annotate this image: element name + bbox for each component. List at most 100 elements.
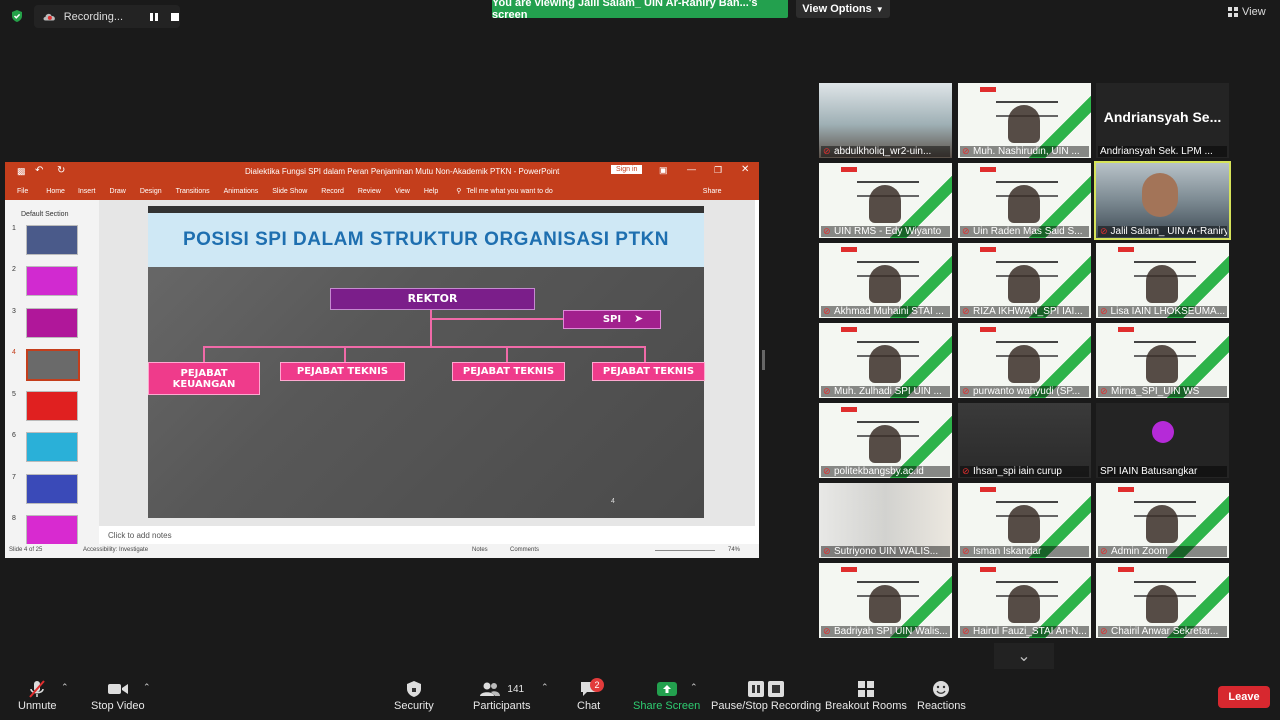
participant-tile[interactable]: ⊘ Admin Zoom: [1096, 483, 1229, 558]
unmute-button[interactable]: Unmute: [18, 678, 57, 712]
slide-thumbnail-active[interactable]: [26, 349, 80, 381]
tab-review[interactable]: Review: [358, 188, 381, 195]
participant-tile[interactable]: ⊘ Hairul Fauzi_STAI An-N...: [958, 563, 1091, 638]
participant-name: ⊘ abdulkholiq_wr2-uin...: [821, 146, 950, 157]
participant-tile[interactable]: ⊘ Akhmad Muhaini STAI ...: [819, 243, 952, 318]
ribbon-display-icon[interactable]: ▣: [659, 165, 668, 176]
tab-view[interactable]: View: [395, 188, 410, 195]
share-button[interactable]: Share: [703, 188, 722, 195]
participant-display-name: Andriansyah Se...: [1103, 109, 1222, 125]
slide-thumbnail[interactable]: [26, 266, 78, 296]
breakout-rooms-button[interactable]: Breakout Rooms: [825, 678, 907, 712]
video-options-caret[interactable]: ⌃: [143, 682, 151, 693]
org-box-pejabat-teknis: PEJABAT TEKNIS: [452, 362, 565, 381]
participant-tile[interactable]: ⊘ Sutriyono UIN WALIS...: [819, 483, 952, 558]
participant-tile[interactable]: ⊘ Jalil Salam_ UIN Ar-Raniry...: [1094, 161, 1231, 240]
tab-help[interactable]: Help: [424, 188, 438, 195]
participant-tile[interactable]: ⊘ politekbangsby.ac.id: [819, 403, 952, 478]
thumb-number: 7: [12, 474, 16, 481]
chevron-down-icon: ⌄: [1017, 648, 1031, 665]
tab-home[interactable]: Home: [46, 188, 65, 195]
notes-pane[interactable]: Click to add notes: [99, 526, 755, 544]
undo-icon[interactable]: ↶: [35, 165, 43, 176]
current-slide[interactable]: POSISI SPI DALAM STRUKTUR ORGANISASI PTK…: [148, 206, 705, 518]
tab-draw[interactable]: Draw: [109, 188, 125, 195]
participant-tile[interactable]: ⊘ Muh. Zulhadi SPI UIN ...: [819, 323, 952, 398]
view-layout-button[interactable]: View: [1228, 6, 1266, 18]
view-options-button[interactable]: View Options ▼: [796, 0, 890, 18]
participant-tile[interactable]: SPI IAIN Batusangkar: [1096, 403, 1229, 478]
slide-thumbnail[interactable]: [26, 474, 78, 504]
sign-in-button[interactable]: Sign in: [611, 165, 643, 174]
participant-tile[interactable]: ⊘ Isman Iskandar: [958, 483, 1091, 558]
chevron-down-icon: ▼: [875, 4, 884, 14]
tell-me-search[interactable]: Tell me what you want to do: [466, 188, 552, 195]
participant-name-text: purwanto wahyudi (SP...: [973, 386, 1081, 397]
participant-name: ⊘ Sutriyono UIN WALIS...: [821, 546, 950, 557]
thumb-number: 1: [12, 225, 16, 232]
video-camera-icon: [107, 678, 129, 700]
audio-options-caret[interactable]: ⌃: [61, 682, 69, 693]
slide-thumbnail[interactable]: [26, 515, 78, 545]
participant-name-text: Uin Raden Mas Said S...: [973, 226, 1083, 237]
minimize-icon[interactable]: —: [687, 164, 696, 174]
restore-icon[interactable]: ❐: [714, 165, 722, 176]
zoom-level[interactable]: 74%: [728, 547, 740, 553]
leave-button[interactable]: Leave: [1218, 686, 1270, 708]
view-options-label: View Options: [802, 3, 872, 15]
tab-design[interactable]: Design: [140, 188, 162, 195]
participants-options-caret[interactable]: ⌃: [541, 682, 549, 693]
participant-tile[interactable]: ⊘ Badriyah SPI UIN Walis...: [819, 563, 952, 638]
connector-line: [430, 318, 564, 320]
participant-tile[interactable]: ⊘ purwanto wahyudi (SP...: [958, 323, 1091, 398]
stop-video-button[interactable]: Stop Video: [91, 678, 145, 712]
participant-tile[interactable]: ⊘ abdulkholiq_wr2-uin...: [819, 83, 952, 158]
slide-thumbnail[interactable]: [26, 225, 78, 255]
participant-tile[interactable]: ⊘ Lisa IAIN LHOKSEUMA...: [1096, 243, 1229, 318]
zoom-slider[interactable]: [655, 550, 715, 551]
slide-thumbnails-pane[interactable]: Default Section 1 2 3 4 5 6 7 8: [5, 200, 99, 545]
participants-button[interactable]: 141 Participants: [473, 678, 530, 712]
participant-tile[interactable]: ⊘ Chairil Anwar Sekretar...: [1096, 563, 1229, 638]
status-accessibility[interactable]: Accessibility: Investigate: [83, 547, 148, 553]
tab-file[interactable]: File: [17, 188, 28, 195]
participant-tile[interactable]: Andriansyah Se... Andriansyah Sek. LPM ..…: [1096, 83, 1229, 158]
tab-animations[interactable]: Animations: [224, 188, 259, 195]
slide-thumbnail[interactable]: [26, 391, 78, 421]
unmute-label: Unmute: [18, 700, 57, 712]
comments-toggle[interactable]: Comments: [510, 547, 539, 553]
participant-name: SPI IAIN Batusangkar: [1098, 466, 1227, 477]
stop-recording-icon[interactable]: [170, 11, 180, 23]
reactions-button[interactable]: Reactions: [917, 678, 966, 712]
notes-toggle[interactable]: Notes: [472, 547, 488, 553]
slide-title: POSISI SPI DALAM STRUKTUR ORGANISASI PTK…: [148, 213, 704, 267]
participants-label: Participants: [473, 700, 531, 712]
save-icon[interactable]: ▩: [17, 166, 26, 177]
participant-tile[interactable]: ⊘ UIN RMS - Edy Wiyanto: [819, 163, 952, 238]
security-button[interactable]: Security: [394, 678, 434, 712]
close-icon[interactable]: ✕: [741, 164, 749, 175]
pause-stop-recording-button[interactable]: Pause/Stop Recording: [711, 678, 821, 712]
participant-tile[interactable]: ⊘ Uin Raden Mas Said S...: [958, 163, 1091, 238]
security-shield-icon[interactable]: [10, 9, 24, 23]
participant-tile[interactable]: ⊘ Muh. Nashirudin, UIN ...: [958, 83, 1091, 158]
tab-insert[interactable]: Insert: [78, 188, 96, 195]
redo-icon[interactable]: ↻: [57, 165, 65, 176]
participant-tile[interactable]: ⊘ Mirna_SPI_UIN WS: [1096, 323, 1229, 398]
participant-tile[interactable]: ⊘ RIZA IKHWAN_SPI IAI...: [958, 243, 1091, 318]
share-options-caret[interactable]: ⌃: [690, 682, 698, 693]
tab-transitions[interactable]: Transitions: [176, 188, 210, 195]
splitter-handle[interactable]: [762, 350, 765, 370]
breakout-rooms-icon: [857, 678, 875, 700]
participant-name-text: abdulkholiq_wr2-uin...: [834, 146, 932, 157]
slide-thumbnail[interactable]: [26, 432, 78, 462]
tab-slide-show[interactable]: Slide Show: [272, 188, 307, 195]
tab-record[interactable]: Record: [321, 188, 344, 195]
gallery-next-page-button[interactable]: ⌄: [994, 643, 1054, 669]
view-label: View: [1242, 6, 1266, 18]
shared-screen[interactable]: ▩ ↶ ↻ Dialektika Fungsi SPI dalam Peran …: [5, 162, 759, 558]
pause-recording-icon[interactable]: [149, 11, 159, 23]
participant-name: ⊘ purwanto wahyudi (SP...: [960, 386, 1089, 397]
slide-thumbnail[interactable]: [26, 308, 78, 338]
participant-tile[interactable]: ⊘ Ihsan_spi iain curup: [958, 403, 1091, 478]
